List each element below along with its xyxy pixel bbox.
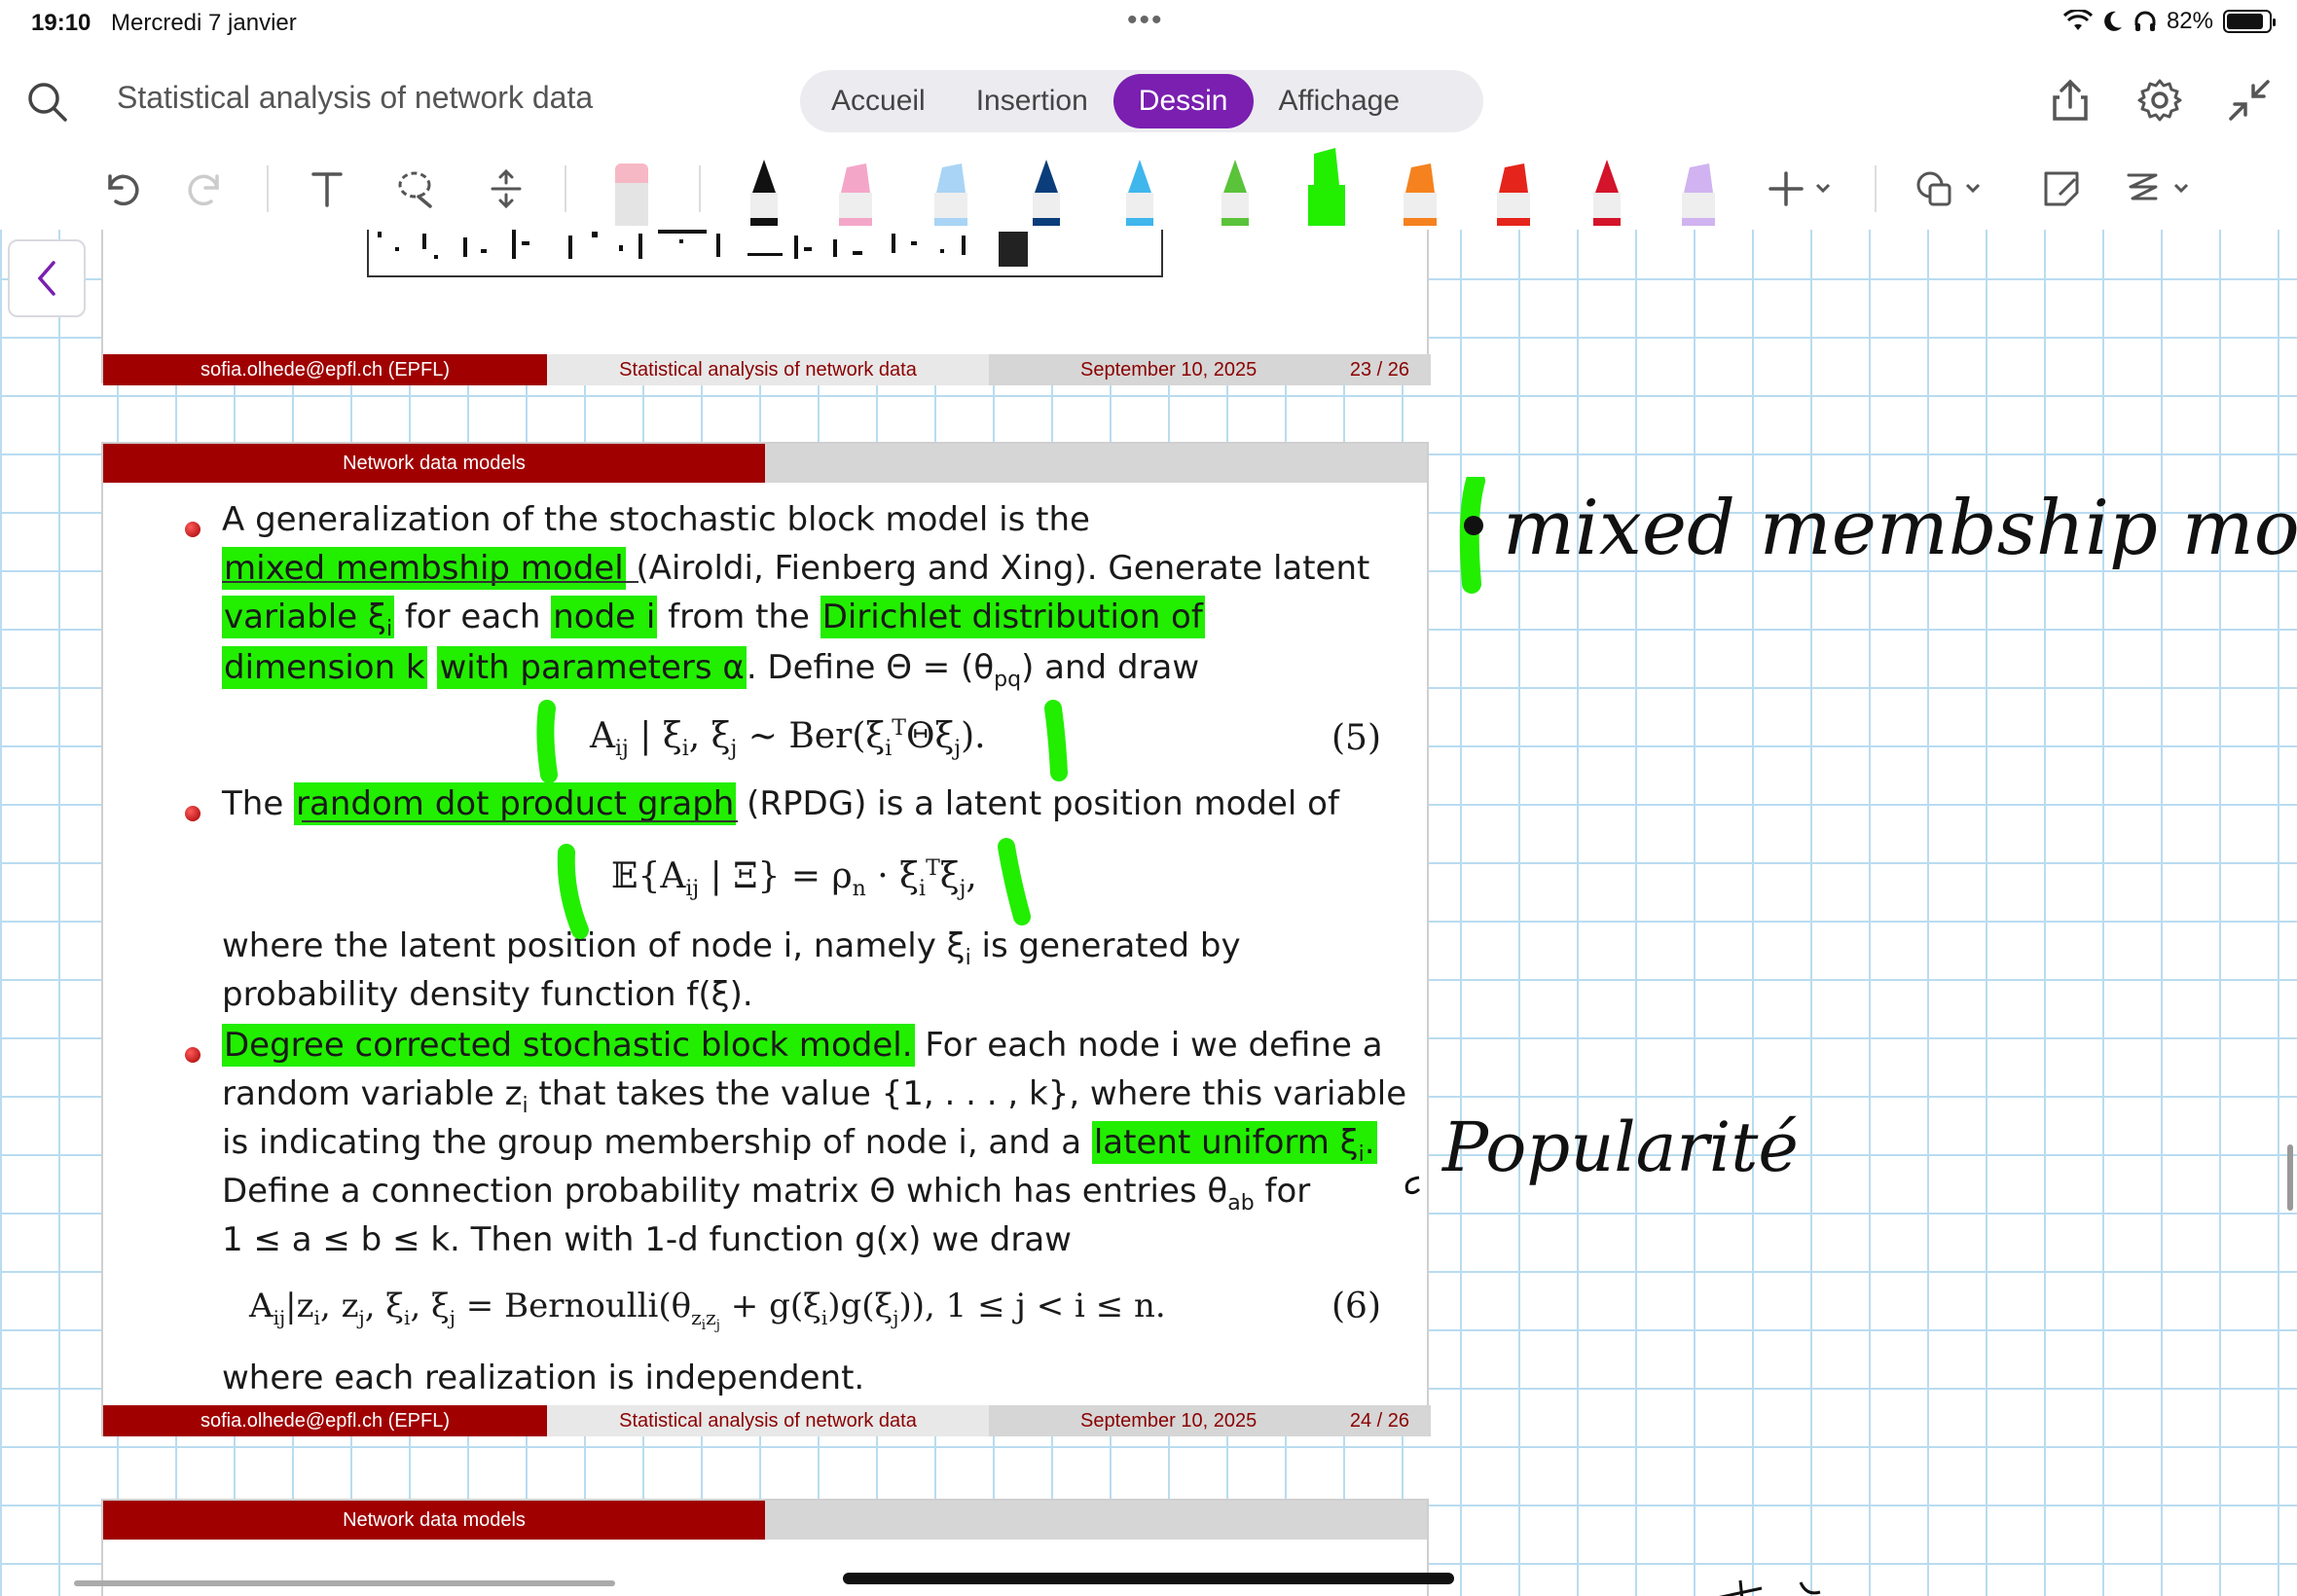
slide-25-header: Network data models (103, 1501, 1427, 1540)
tab-insertion[interactable]: Insertion (951, 74, 1113, 128)
cyan-pen-tool[interactable] (1117, 154, 1162, 226)
back-button[interactable] (8, 239, 86, 317)
sticky-note-icon (2044, 171, 2079, 206)
green-highlighter-tool-selected[interactable] (1304, 146, 1349, 226)
sticky-note-button[interactable] (2032, 162, 2091, 216)
ink-bullet-mark (1459, 477, 1485, 594)
handwritten-note-mixed-membship[interactable]: mixed membship mod (1503, 485, 2297, 572)
ink-small-mark (1404, 1176, 1421, 1195)
notebook-canvas[interactable]: sofia.olhede@epfl.ch (EPFL) Statistical … (0, 230, 2297, 1596)
slide-23: sofia.olhede@epfl.ch (EPFL) Statistical … (101, 230, 1431, 385)
matrix-plot-fragment (367, 230, 1163, 277)
lasso-icon (398, 171, 432, 208)
slide-24-footer: sofia.olhede@epfl.ch (EPFL) Statistical … (103, 1405, 1431, 1436)
highlighter-strokes (222, 581, 1068, 939)
handwritten-note-popularite[interactable]: Popularité (1442, 1107, 1799, 1187)
footer-date: September 10, 2025 (1080, 1410, 1258, 1432)
red-pen-tool[interactable] (1585, 154, 1629, 226)
undo-button[interactable] (95, 162, 146, 216)
collapse-icon[interactable] (2225, 76, 2274, 125)
black-pen-tool[interactable] (742, 154, 786, 226)
footer-author: sofia.olhede@epfl.ch (EPFL) (103, 354, 547, 385)
tab-dessin[interactable]: Dessin (1112, 74, 1254, 128)
drawing-toolbar (0, 148, 2297, 230)
slide-24: Network data models A generalization of … (101, 442, 1431, 1436)
footer-page: 23 / 26 (1349, 359, 1409, 381)
moon-icon (2104, 11, 2122, 31)
text-tool-icon (311, 172, 343, 207)
lavender-highlighter-tool[interactable] (1676, 154, 1721, 226)
footer-title: Statistical analysis of network data (547, 354, 989, 385)
settings-gear-icon[interactable] (2135, 76, 2184, 125)
status-bar: 19:10 Mercredi 7 janvier ••• 82% (0, 0, 2297, 47)
orange-highlighter-tool[interactable] (1398, 154, 1442, 226)
battery-percent: 82% (2166, 8, 2213, 34)
headphones-icon (2134, 11, 2156, 31)
footer-author: sofia.olhede@epfl.ch (EPFL) (103, 1405, 547, 1436)
tab-affichage[interactable]: Affichage (1254, 74, 1426, 128)
ink-to-text-icon (2127, 173, 2189, 200)
text-tool-button[interactable] (302, 162, 352, 216)
navy-pen-tool[interactable] (1024, 154, 1069, 226)
vertical-scrollbar[interactable] (2287, 1144, 2293, 1211)
red-highlighter-tool[interactable] (1491, 154, 1536, 226)
footer-title: Statistical analysis of network data (547, 1405, 989, 1436)
chevron-left-icon (37, 261, 55, 296)
horizontal-scrollbar[interactable] (74, 1580, 615, 1586)
eraser-tool[interactable] (609, 154, 654, 226)
share-icon[interactable] (2046, 76, 2095, 125)
battery-icon (2223, 10, 2276, 33)
footer-date: September 10, 2025 (1080, 359, 1258, 381)
shapes-icon (1916, 171, 1981, 206)
date: Mercredi 7 janvier (111, 10, 297, 36)
green-pen-tool[interactable] (1213, 154, 1258, 226)
section-title: Network data models (103, 1501, 765, 1540)
insert-space-button[interactable] (481, 162, 531, 216)
tab-accueil[interactable]: Accueil (806, 74, 951, 128)
multitasking-dots-icon[interactable]: ••• (1127, 4, 1164, 37)
insert-space-icon (491, 168, 522, 209)
light-blue-highlighter-tool[interactable] (929, 154, 973, 226)
document-title[interactable]: Statistical analysis of network data (117, 80, 593, 116)
undo-icon (108, 174, 139, 206)
app-header: Statistical analysis of network data Acc… (0, 54, 2297, 148)
wifi-icon (2062, 10, 2093, 30)
redo-icon (188, 174, 219, 206)
slide-23-footer: sofia.olhede@epfl.ch (EPFL) Statistical … (103, 354, 1431, 385)
ribbon-tabs: Accueil Insertion Dessin Affichage (800, 70, 1483, 132)
ink-partial-mark (1719, 1579, 1821, 1596)
ink-to-text-button[interactable] (2120, 162, 2198, 216)
lasso-tool-button[interactable] (391, 162, 442, 216)
pink-highlighter-tool[interactable] (833, 154, 878, 226)
add-pen-button[interactable] (1764, 162, 1841, 216)
redo-button[interactable] (181, 162, 232, 216)
clock: 19:10 (31, 10, 91, 36)
plus-chevron-icon (1768, 171, 1831, 206)
shapes-button[interactable] (1912, 162, 1989, 216)
search-icon[interactable] (25, 80, 68, 123)
footer-page: 24 / 26 (1349, 1410, 1409, 1432)
home-indicator[interactable] (843, 1573, 1454, 1584)
